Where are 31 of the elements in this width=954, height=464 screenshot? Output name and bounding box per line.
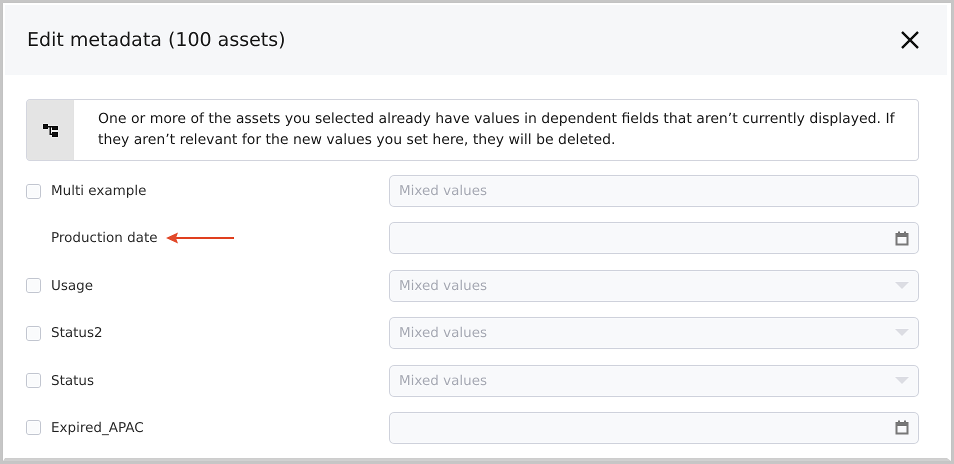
dropdown-field[interactable]: Mixed values xyxy=(389,364,919,397)
date-field[interactable] xyxy=(389,412,919,444)
field-label: Status xyxy=(51,372,94,389)
calendar-icon[interactable] xyxy=(895,420,909,436)
close-button[interactable] xyxy=(899,29,921,51)
checkbox[interactable] xyxy=(26,373,41,388)
checkbox[interactable] xyxy=(26,184,41,198)
notice-text: One or more of the assets you selected already have values in dependent fields that aren’t currently displayed. If they aren’t relevant for the new values you set here, they will be deleted. xyxy=(97,110,896,150)
field-label: Usage xyxy=(51,278,94,294)
checkbox[interactable] xyxy=(26,420,41,436)
dropdown-field[interactable]: Mixed values xyxy=(389,270,919,302)
field-label: Multi example xyxy=(51,183,146,199)
placeholder-text: Mixed values xyxy=(399,325,488,342)
placeholder-text: Mixed values xyxy=(399,372,488,389)
caret-icon[interactable] xyxy=(895,282,909,290)
caret-icon[interactable] xyxy=(895,376,909,385)
date-field[interactable] xyxy=(389,222,919,254)
field-label: Expired_APAC xyxy=(51,420,144,436)
annotation-arrow xyxy=(166,232,234,244)
field-label: Status2 xyxy=(51,325,103,342)
field-label: Production date xyxy=(51,230,158,246)
dialog-title: Edit metadata (100 assets) xyxy=(27,29,286,51)
placeholder-text: Mixed values xyxy=(399,278,488,294)
caret-icon[interactable] xyxy=(895,329,909,338)
placeholder-text: Mixed values xyxy=(399,183,488,199)
checkbox[interactable] xyxy=(26,278,41,294)
calendar-icon[interactable] xyxy=(895,230,909,246)
hierarchy-icon xyxy=(43,123,58,137)
checkbox[interactable] xyxy=(26,326,41,341)
dropdown-field[interactable]: Mixed values xyxy=(389,317,919,350)
text-field[interactable]: Mixed values xyxy=(389,175,919,207)
